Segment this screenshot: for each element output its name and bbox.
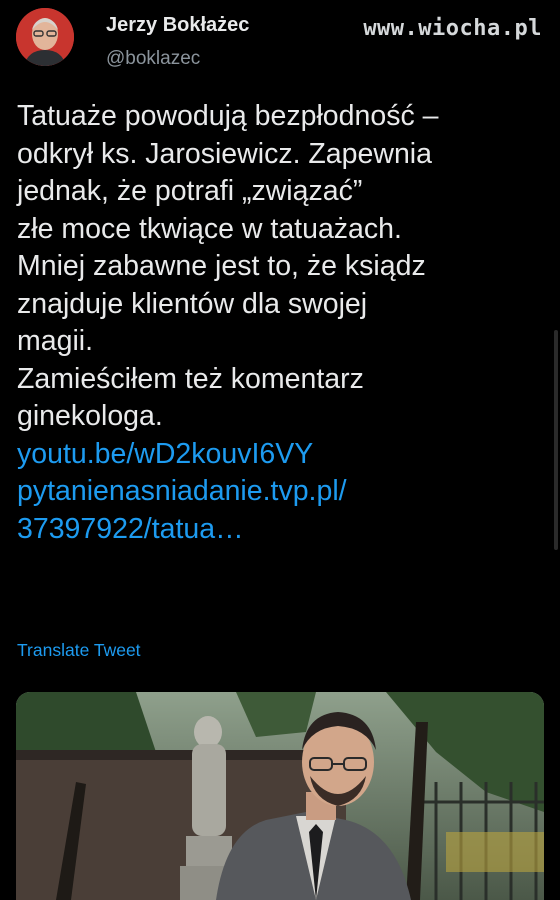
translate-tweet-link[interactable]: Translate Tweet — [17, 640, 141, 661]
tweet-line: odkrył ks. Jarosiewicz. Zapewnia — [17, 137, 432, 170]
tweet-link-tvp-continued[interactable]: 37397922/tatua… — [17, 511, 547, 549]
tweet-line: Mniej zabawne jest to, że ksiądz — [17, 250, 426, 282]
tweet-header: Jerzy Bokłażec @boklazec www.wiocha.pl — [0, 0, 560, 90]
tweet-media-thumbnail[interactable] — [16, 692, 544, 900]
author-avatar[interactable] — [16, 8, 74, 66]
tweet-link-youtube[interactable]: youtu.be/wD2kouvI6VY — [17, 436, 547, 474]
tweet-line: Tatuaże powodują bezpłodność – — [17, 100, 439, 132]
tweet-line: Zamieściłem też komentarz — [17, 362, 364, 395]
site-watermark: www.wiocha.pl — [363, 16, 542, 41]
scrollbar[interactable] — [554, 330, 558, 550]
author-handle[interactable]: @boklazec — [106, 48, 200, 70]
author-name[interactable]: Jerzy Bokłażec — [106, 14, 249, 37]
tweet-line: złe moce tkwiące w tatuażach. — [17, 212, 402, 245]
tweet-line: znajduje klientów dla swojej — [17, 287, 368, 320]
tweet-line: jednak, że potrafi „związać” — [17, 175, 363, 207]
avatar-image — [16, 8, 74, 66]
tweet-link-tvp[interactable]: pytanienasniadanie.tvp.pl/ — [17, 473, 547, 511]
tweet-line: ginekologa. — [17, 400, 163, 432]
tweet-line: magii. — [17, 325, 94, 357]
tweet-body: Tatuaże powodują bezpłodność – odkrył ks… — [17, 98, 547, 548]
media-image — [16, 692, 544, 900]
